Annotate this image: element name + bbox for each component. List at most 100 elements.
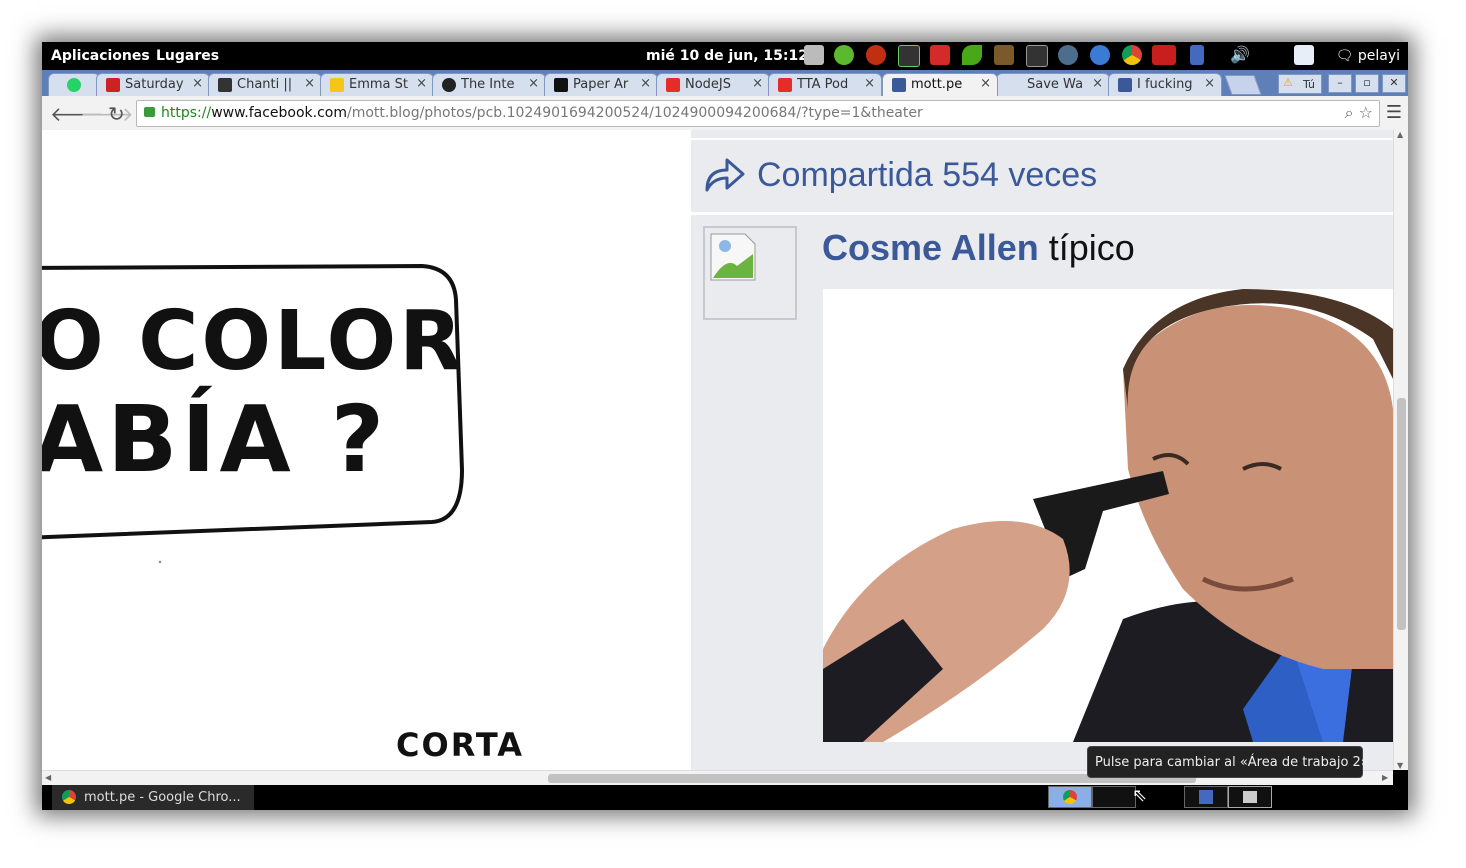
scroll-left-icon[interactable]: ◀ xyxy=(45,773,51,782)
tab-label: Emma St xyxy=(349,77,408,92)
scroll-up-icon[interactable]: ▲ xyxy=(1397,130,1403,139)
chrome-icon xyxy=(62,790,76,804)
window-icon xyxy=(1243,791,1257,803)
tab-close-icon[interactable]: × xyxy=(1092,76,1103,91)
profile-warning[interactable]: ⚠ Tú xyxy=(1278,74,1322,94)
top-panel: Aplicaciones Lugares mié 10 de jun, 15:1… xyxy=(42,42,1408,70)
vertical-scroll-thumb[interactable] xyxy=(1397,398,1406,630)
chrome-icon xyxy=(1063,790,1077,804)
chrome-icon[interactable] xyxy=(1122,45,1142,65)
share-count-text[interactable]: Compartida 554 veces xyxy=(757,156,1097,195)
tab-label: The Inte xyxy=(461,77,515,92)
broken-image-icon xyxy=(710,233,756,281)
scroll-right-icon[interactable]: ▶ xyxy=(1382,773,1388,782)
tab-mott-pe[interactable]: mott.pe × xyxy=(882,73,998,96)
comic-footer-text: CORTA xyxy=(396,726,524,764)
workspace-1[interactable] xyxy=(1048,786,1092,808)
tab-close-icon[interactable]: × xyxy=(416,76,427,91)
network-icon[interactable] xyxy=(1058,45,1078,65)
chromium-icon[interactable] xyxy=(1090,45,1110,65)
tab-nodejs[interactable]: NodeJS × xyxy=(656,73,770,96)
github-icon xyxy=(442,78,456,92)
tab-close-icon[interactable]: × xyxy=(864,76,875,91)
new-tab-button[interactable] xyxy=(1224,75,1262,95)
facebook-icon xyxy=(1118,78,1132,92)
taskbar-window-button[interactable]: mott.pe - Google Chro... xyxy=(52,785,254,810)
notes-icon xyxy=(1199,790,1213,804)
tab-close-icon[interactable]: × xyxy=(528,76,539,91)
places-menu[interactable]: Lugares xyxy=(156,48,219,64)
smiley-icon xyxy=(106,78,120,92)
volume-icon[interactable]: 🔊 xyxy=(1230,45,1252,65)
applications-menu[interactable]: Aplicaciones xyxy=(51,48,150,64)
zoom-icon[interactable]: ⌕ xyxy=(1345,103,1354,122)
tab-paper[interactable]: Paper Ar × xyxy=(544,73,658,96)
url-scheme: https:// xyxy=(161,105,212,121)
play-icon[interactable] xyxy=(834,45,854,65)
minimize-button[interactable]: – xyxy=(1328,74,1352,93)
tab-label: mott.pe xyxy=(911,77,963,92)
address-bar[interactable]: https://www.facebook.com/mott.blog/photo… xyxy=(136,100,1380,127)
avatar[interactable] xyxy=(703,226,797,320)
terminal-icon[interactable] xyxy=(1026,45,1048,67)
omnibox-icons: ⌕ ☆ xyxy=(1345,103,1373,123)
comment-line: Cosme Allen típico xyxy=(822,227,1135,269)
tray-app-icon[interactable] xyxy=(804,45,824,65)
tab-i-fucking[interactable]: I fucking × xyxy=(1108,73,1222,96)
comment-text: típico xyxy=(1048,227,1135,268)
imdb-icon xyxy=(330,78,344,92)
tab-whatsapp[interactable] xyxy=(48,73,100,96)
tab-label: Chanti || xyxy=(237,77,293,92)
vivaldi-icon[interactable] xyxy=(930,45,950,65)
comment-author-link[interactable]: Cosme Allen xyxy=(822,227,1039,268)
tab-close-icon[interactable]: × xyxy=(304,76,315,91)
workspace-4[interactable] xyxy=(1228,786,1272,808)
share-count-box[interactable]: Compartida 554 veces xyxy=(691,138,1393,215)
tab-label: Save Wa xyxy=(1027,77,1084,92)
chrome-menu-button[interactable]: ☰ xyxy=(1386,102,1402,123)
url-host: www.facebook.com xyxy=(211,105,347,121)
workspace-2[interactable] xyxy=(1092,786,1136,808)
desktop-screen: Aplicaciones Lugares mié 10 de jun, 15:1… xyxy=(42,42,1408,810)
man-with-gun-photo xyxy=(823,289,1393,742)
tab-save-wa[interactable]: Save Wa × xyxy=(996,73,1110,96)
chat-icon: 🗨 xyxy=(1335,48,1358,64)
user-menu[interactable]: 🗨 pelayi xyxy=(1336,48,1400,64)
t-icon xyxy=(554,78,568,92)
bookmark-star-icon[interactable]: ☆ xyxy=(1359,103,1373,122)
user-name: pelayi xyxy=(1357,48,1400,64)
tab-the-inte[interactable]: The Inte × xyxy=(432,73,546,96)
vertical-scrollbar[interactable]: ▲ ▼ xyxy=(1393,130,1408,770)
clock[interactable]: mié 10 de jun, 15:12 xyxy=(646,48,808,64)
system-monitor-icon[interactable] xyxy=(898,45,920,67)
close-window-button[interactable]: ✕ xyxy=(1382,74,1406,93)
gtick-icon[interactable] xyxy=(1152,45,1176,65)
tab-close-icon[interactable]: × xyxy=(1204,76,1215,91)
tab-close-icon[interactable]: × xyxy=(752,76,763,91)
youtube-icon xyxy=(778,78,792,92)
tab-close-icon[interactable]: × xyxy=(192,76,203,91)
minecraft-icon[interactable] xyxy=(994,45,1014,65)
workspace-tooltip: Pulse para cambiar al «Área de trabajo 2… xyxy=(1087,746,1369,778)
pidgin-icon[interactable] xyxy=(866,45,886,65)
forward-button[interactable]: 🡒 xyxy=(80,102,134,126)
tab-saturday[interactable]: Saturday × xyxy=(96,73,210,96)
tab-chanti[interactable]: Chanti || × xyxy=(208,73,322,96)
comments-panel: Compartida 554 veces Cosme Allen típico xyxy=(691,130,1393,770)
tab-close-icon[interactable]: × xyxy=(980,76,991,91)
tab-tta-pod[interactable]: TTA Pod × xyxy=(768,73,882,96)
workspace-3[interactable] xyxy=(1184,786,1228,808)
leaf-icon[interactable] xyxy=(962,45,982,65)
comment-photo[interactable] xyxy=(823,289,1393,742)
user-switch-icon[interactable] xyxy=(1294,45,1314,65)
scroll-down-icon[interactable]: ▼ xyxy=(1397,761,1403,770)
tab-close-icon[interactable]: × xyxy=(640,76,651,91)
panda-icon xyxy=(218,78,232,92)
bottom-panel: mott.pe - Google Chro... ⇖ xyxy=(42,785,1408,810)
tab-emma[interactable]: Emma St × xyxy=(320,73,434,96)
comic-text-line1: O COLOR xyxy=(42,294,466,389)
reload-button[interactable]: ↻ xyxy=(108,102,125,126)
photo-viewer[interactable]: O COLOR ABÍA ? CORTA xyxy=(42,130,691,770)
notes-icon[interactable] xyxy=(1190,45,1204,65)
restore-button[interactable]: ▫ xyxy=(1355,74,1379,93)
